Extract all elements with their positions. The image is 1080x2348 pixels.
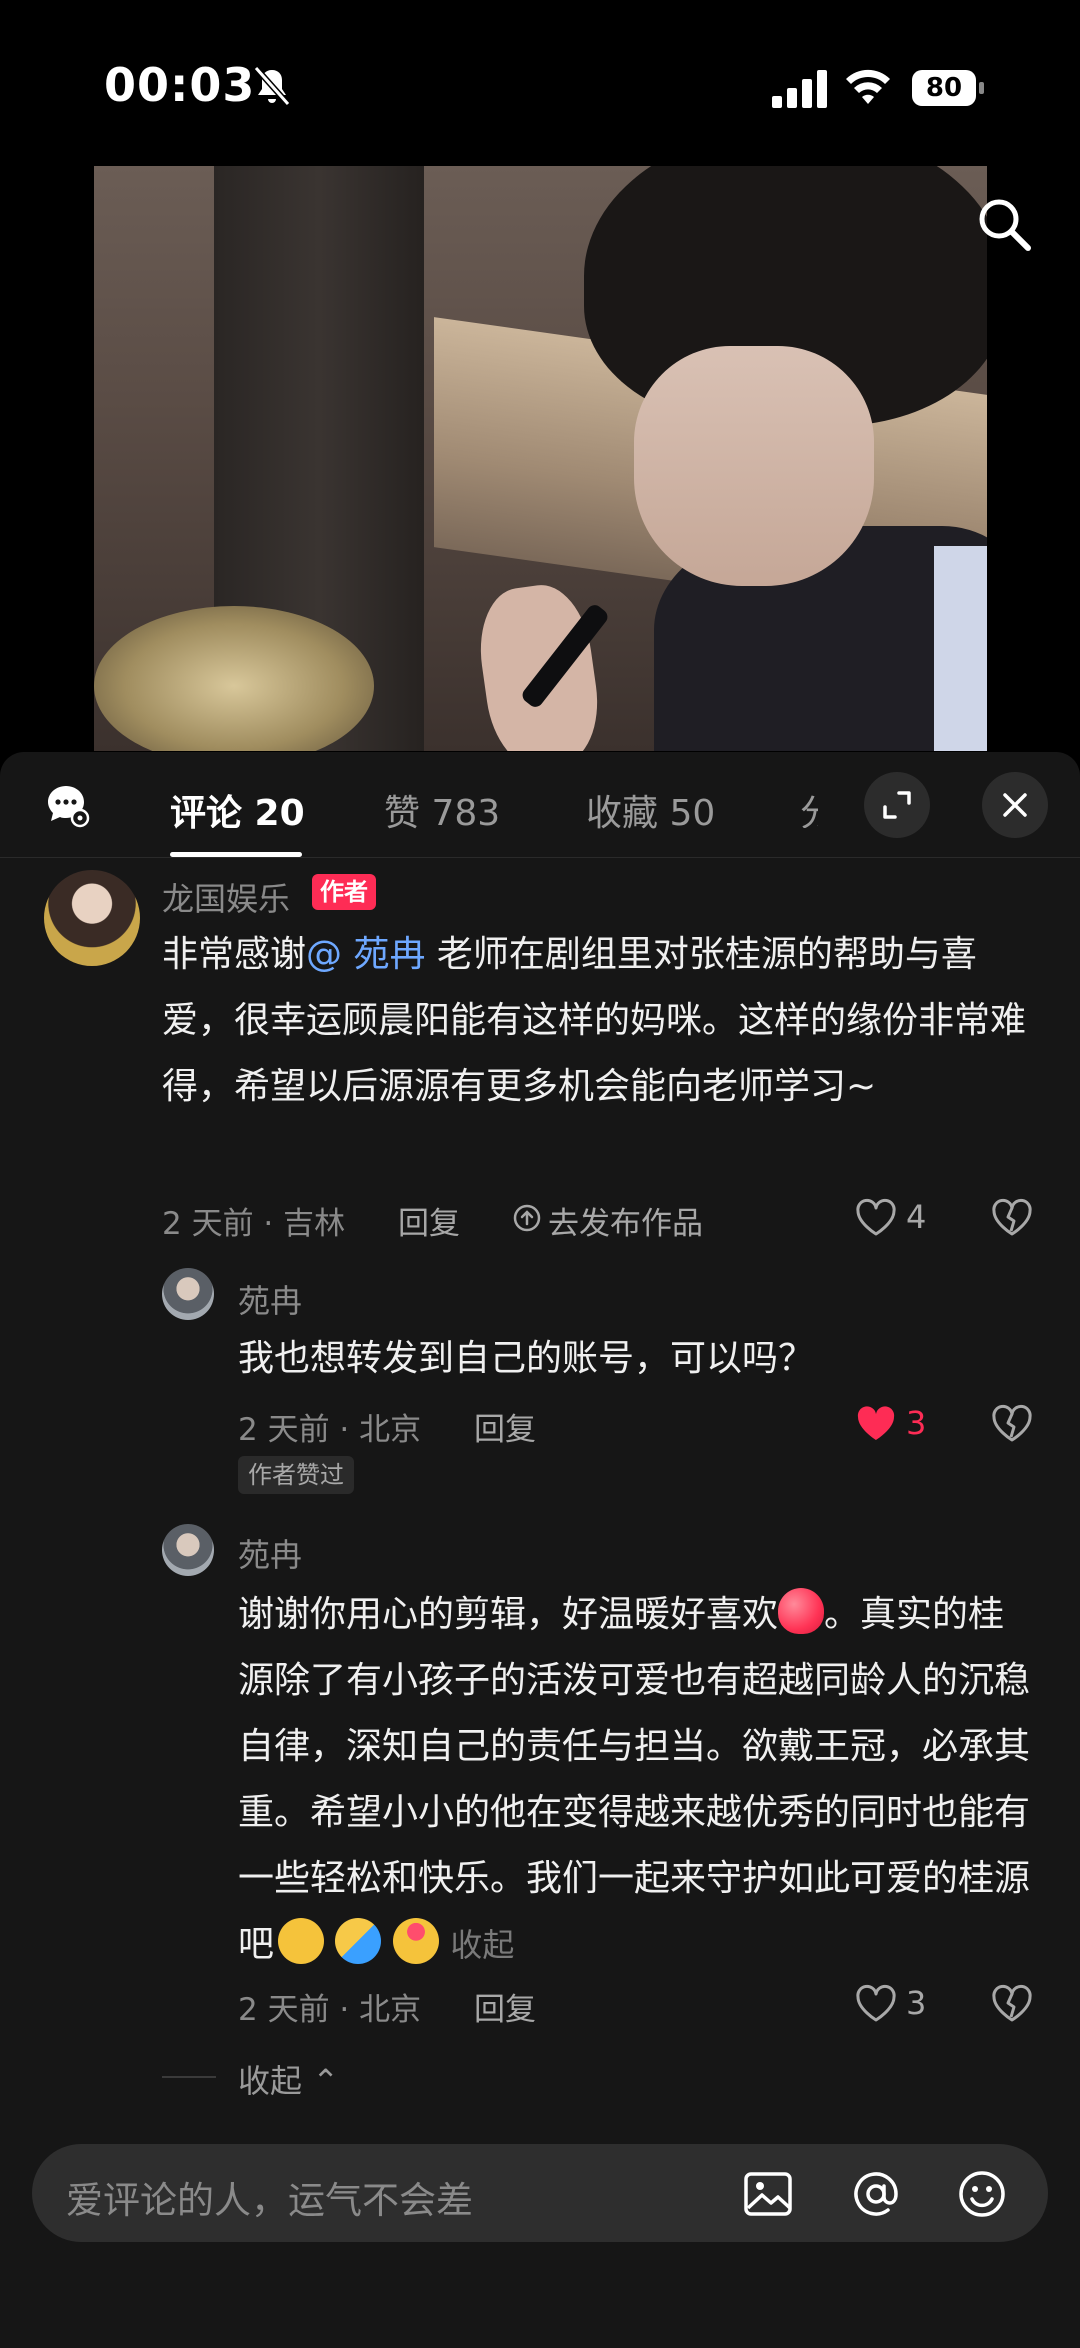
broken-heart-icon[interactable] <box>990 1402 1034 1446</box>
status-bar: 00:03 80 <box>0 0 1080 170</box>
like-count: 4 <box>906 1198 927 1236</box>
comment-meta: 2 天前 · 吉林 <box>162 1206 346 1242</box>
tab-overflow[interactable]: 分 <box>800 784 818 828</box>
close-icon <box>1003 793 1027 817</box>
hug-emoji-icon <box>335 1918 382 1964</box>
chevron-up-icon: ⌃ <box>312 2062 339 2100</box>
reply-meta: 2 天前 · 北京 <box>238 1412 422 1448</box>
comment-bubble-icon[interactable] <box>44 782 90 828</box>
heart-icon <box>856 1984 896 2022</box>
comment-input[interactable]: 爱评论的人，运气不会差 <box>66 2170 473 2224</box>
battery-tip <box>979 82 984 94</box>
panel-tabs: 评论 20 赞 783 收藏 50 分 <box>0 752 1080 858</box>
reply-username[interactable]: 苑冉 <box>238 1530 302 1576</box>
emoji-icon[interactable] <box>956 2168 1008 2220</box>
publish-work-button[interactable]: 去发布作品 <box>548 1198 703 1243</box>
collapse-replies-label: 收起 <box>238 2062 303 2100</box>
battery-level: 80 <box>912 70 976 106</box>
comment-text-start: 非常感谢 <box>162 934 307 975</box>
comment-text: 非常感谢@ 苑冉 老师在剧组里对张桂源的帮助与喜爱，很幸运顾晨阳能有这样的妈咪。… <box>162 922 1042 1120</box>
reply-meta: 2 天前 · 北京 <box>238 1992 422 2028</box>
comment-input-bar[interactable]: 爱评论的人，运气不会差 <box>32 2144 1048 2242</box>
avatar[interactable] <box>44 870 140 966</box>
video-scene-hand <box>472 579 606 751</box>
heart-icon <box>856 1198 896 1236</box>
close-button[interactable] <box>982 772 1048 838</box>
reply-button[interactable]: 回复 <box>398 1198 460 1243</box>
reply-text-rest: 的桂源除了有小孩子的活泼可爱也有超越同龄人的沉稳自律，深知自己的责任与担当。欲戴… <box>238 1594 1031 1965</box>
like-button[interactable]: 3 <box>854 1402 944 1446</box>
mention-link[interactable]: @ 苑冉 <box>306 934 425 975</box>
at-icon[interactable] <box>850 2168 902 2220</box>
reply-button[interactable]: 回复 <box>474 1404 536 1449</box>
avatar[interactable] <box>162 1524 214 1576</box>
reply-text: 谢谢你用心的剪辑，好温暖好喜欢 。真实的桂源除了有小孩子的活泼可爱也有超越同龄人的… <box>238 1582 1038 1978</box>
search-icon[interactable] <box>974 194 1034 254</box>
mute-icon <box>253 66 291 106</box>
tab-favorites[interactable]: 收藏 50 <box>586 784 715 836</box>
reply-button[interactable]: 回复 <box>474 1984 536 2029</box>
tab-likes[interactable]: 赞 783 <box>384 784 500 836</box>
author-badge: 作者 <box>312 874 376 910</box>
wifi-icon <box>846 69 890 104</box>
video-scene-face <box>634 346 874 586</box>
collapse-divider <box>162 2076 216 2078</box>
publish-icon <box>513 1204 541 1232</box>
like-count: 3 <box>906 1404 927 1442</box>
battery-indicator: 80 <box>912 70 984 106</box>
kiss-emoji-icon <box>392 1918 439 1964</box>
avatar[interactable] <box>162 1268 214 1320</box>
author-liked-tag: 作者赞过 <box>238 1456 354 1494</box>
signal-icon <box>772 70 827 108</box>
broken-heart-icon[interactable] <box>990 1196 1034 1240</box>
reply-username[interactable]: 苑冉 <box>238 1276 302 1322</box>
reply-text-line1: 谢谢你用心的剪辑，好温暖好喜欢 <box>238 1594 779 1635</box>
active-tab-indicator <box>170 852 302 857</box>
collapse-replies-button[interactable]: 收起 ⌃ <box>238 2056 339 2102</box>
expand-icon <box>883 791 911 819</box>
tab-comments[interactable]: 评论 20 <box>170 784 305 836</box>
reply-text-line1-end: 。真实 <box>824 1594 933 1635</box>
like-button[interactable]: 4 <box>854 1196 944 1240</box>
video-player[interactable] <box>94 166 987 751</box>
heart-icon <box>857 1406 895 1440</box>
fist-emoji-icon <box>278 1918 325 1964</box>
expand-button[interactable] <box>864 772 930 838</box>
image-icon[interactable] <box>742 2168 794 2220</box>
like-count: 3 <box>906 1984 927 2022</box>
video-scene-shirt <box>934 546 987 751</box>
collapse-inline-link[interactable]: 收起 <box>450 1926 514 1964</box>
reply-text: 我也想转发到自己的账号，可以吗？ <box>238 1338 815 1379</box>
status-time: 00:03 <box>104 58 256 112</box>
comment-username[interactable]: 龙国娱乐 <box>162 874 290 920</box>
red-heart-emoji-icon <box>778 1588 825 1634</box>
like-button[interactable]: 3 <box>854 1982 944 2026</box>
broken-heart-icon[interactable] <box>990 1982 1034 2026</box>
